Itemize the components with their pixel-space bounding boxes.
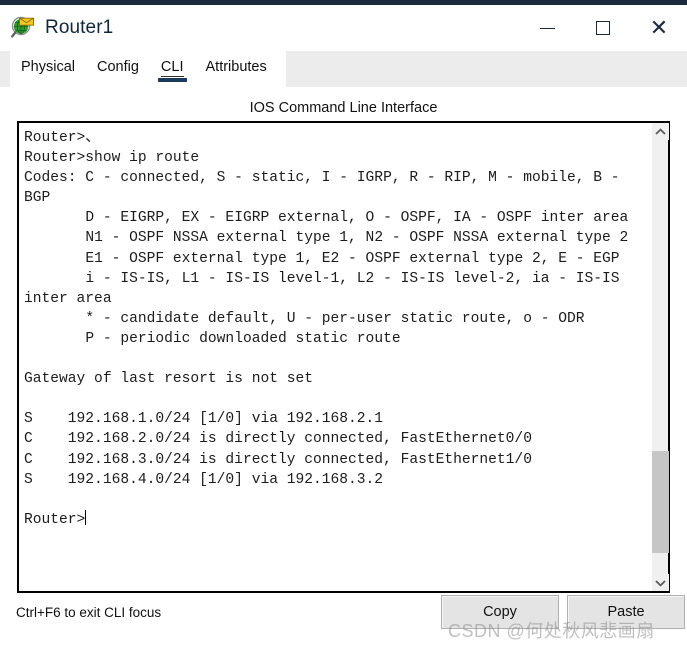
close-icon: ✕: [649, 15, 669, 40]
scroll-up-button[interactable]: [652, 123, 669, 140]
minimize-icon: [539, 27, 555, 29]
tab-physical-label: Physical: [21, 59, 75, 75]
terminal-lines: Router>、 Router>show ip route Codes: C -…: [24, 130, 629, 528]
tab-config-label: Config: [97, 59, 139, 75]
scrollbar-thumb[interactable]: [652, 451, 669, 553]
window-controls: ✕: [519, 5, 687, 51]
cli-panel: IOS Command Line Interface Router>、 Rout…: [0, 87, 687, 646]
terminal-container: Router>、 Router>show ip route Codes: C -…: [17, 121, 670, 593]
tab-config[interactable]: Config: [86, 51, 150, 87]
close-button[interactable]: ✕: [631, 5, 687, 51]
tab-cli-label: CLI: [160, 59, 184, 77]
maximize-icon: [596, 21, 610, 35]
title-bar: Router1 ✕: [0, 5, 687, 51]
paste-button[interactable]: Paste: [567, 595, 685, 629]
tab-attributes-label: Attributes: [205, 59, 267, 75]
tab-attributes[interactable]: Attributes: [195, 51, 278, 87]
maximize-button[interactable]: [575, 5, 631, 51]
tab-strip: Physical Config CLI Attributes: [10, 51, 286, 87]
terminal-scrollbar[interactable]: [651, 123, 669, 591]
tab-cli[interactable]: CLI: [150, 51, 195, 87]
scroll-down-button[interactable]: [652, 574, 669, 591]
terminal-text: Router>、 Router>show ip route Codes: C -…: [24, 128, 647, 530]
panel-heading: IOS Command Line Interface: [249, 100, 438, 116]
chevron-up-icon: [655, 127, 666, 135]
chevron-down-icon: [655, 579, 666, 587]
window-title: Router1: [45, 17, 114, 38]
tab-physical[interactable]: Physical: [10, 51, 86, 87]
terminal-output-area[interactable]: Router>、 Router>show ip route Codes: C -…: [19, 123, 651, 591]
cli-focus-hint: Ctrl+F6 to exit CLI focus: [16, 605, 162, 620]
copy-button[interactable]: Copy: [441, 595, 559, 629]
footer-button-group: Copy Paste: [441, 595, 685, 629]
minimize-button[interactable]: [519, 5, 575, 51]
text-cursor: [85, 509, 87, 525]
router-device-icon: [10, 15, 36, 41]
